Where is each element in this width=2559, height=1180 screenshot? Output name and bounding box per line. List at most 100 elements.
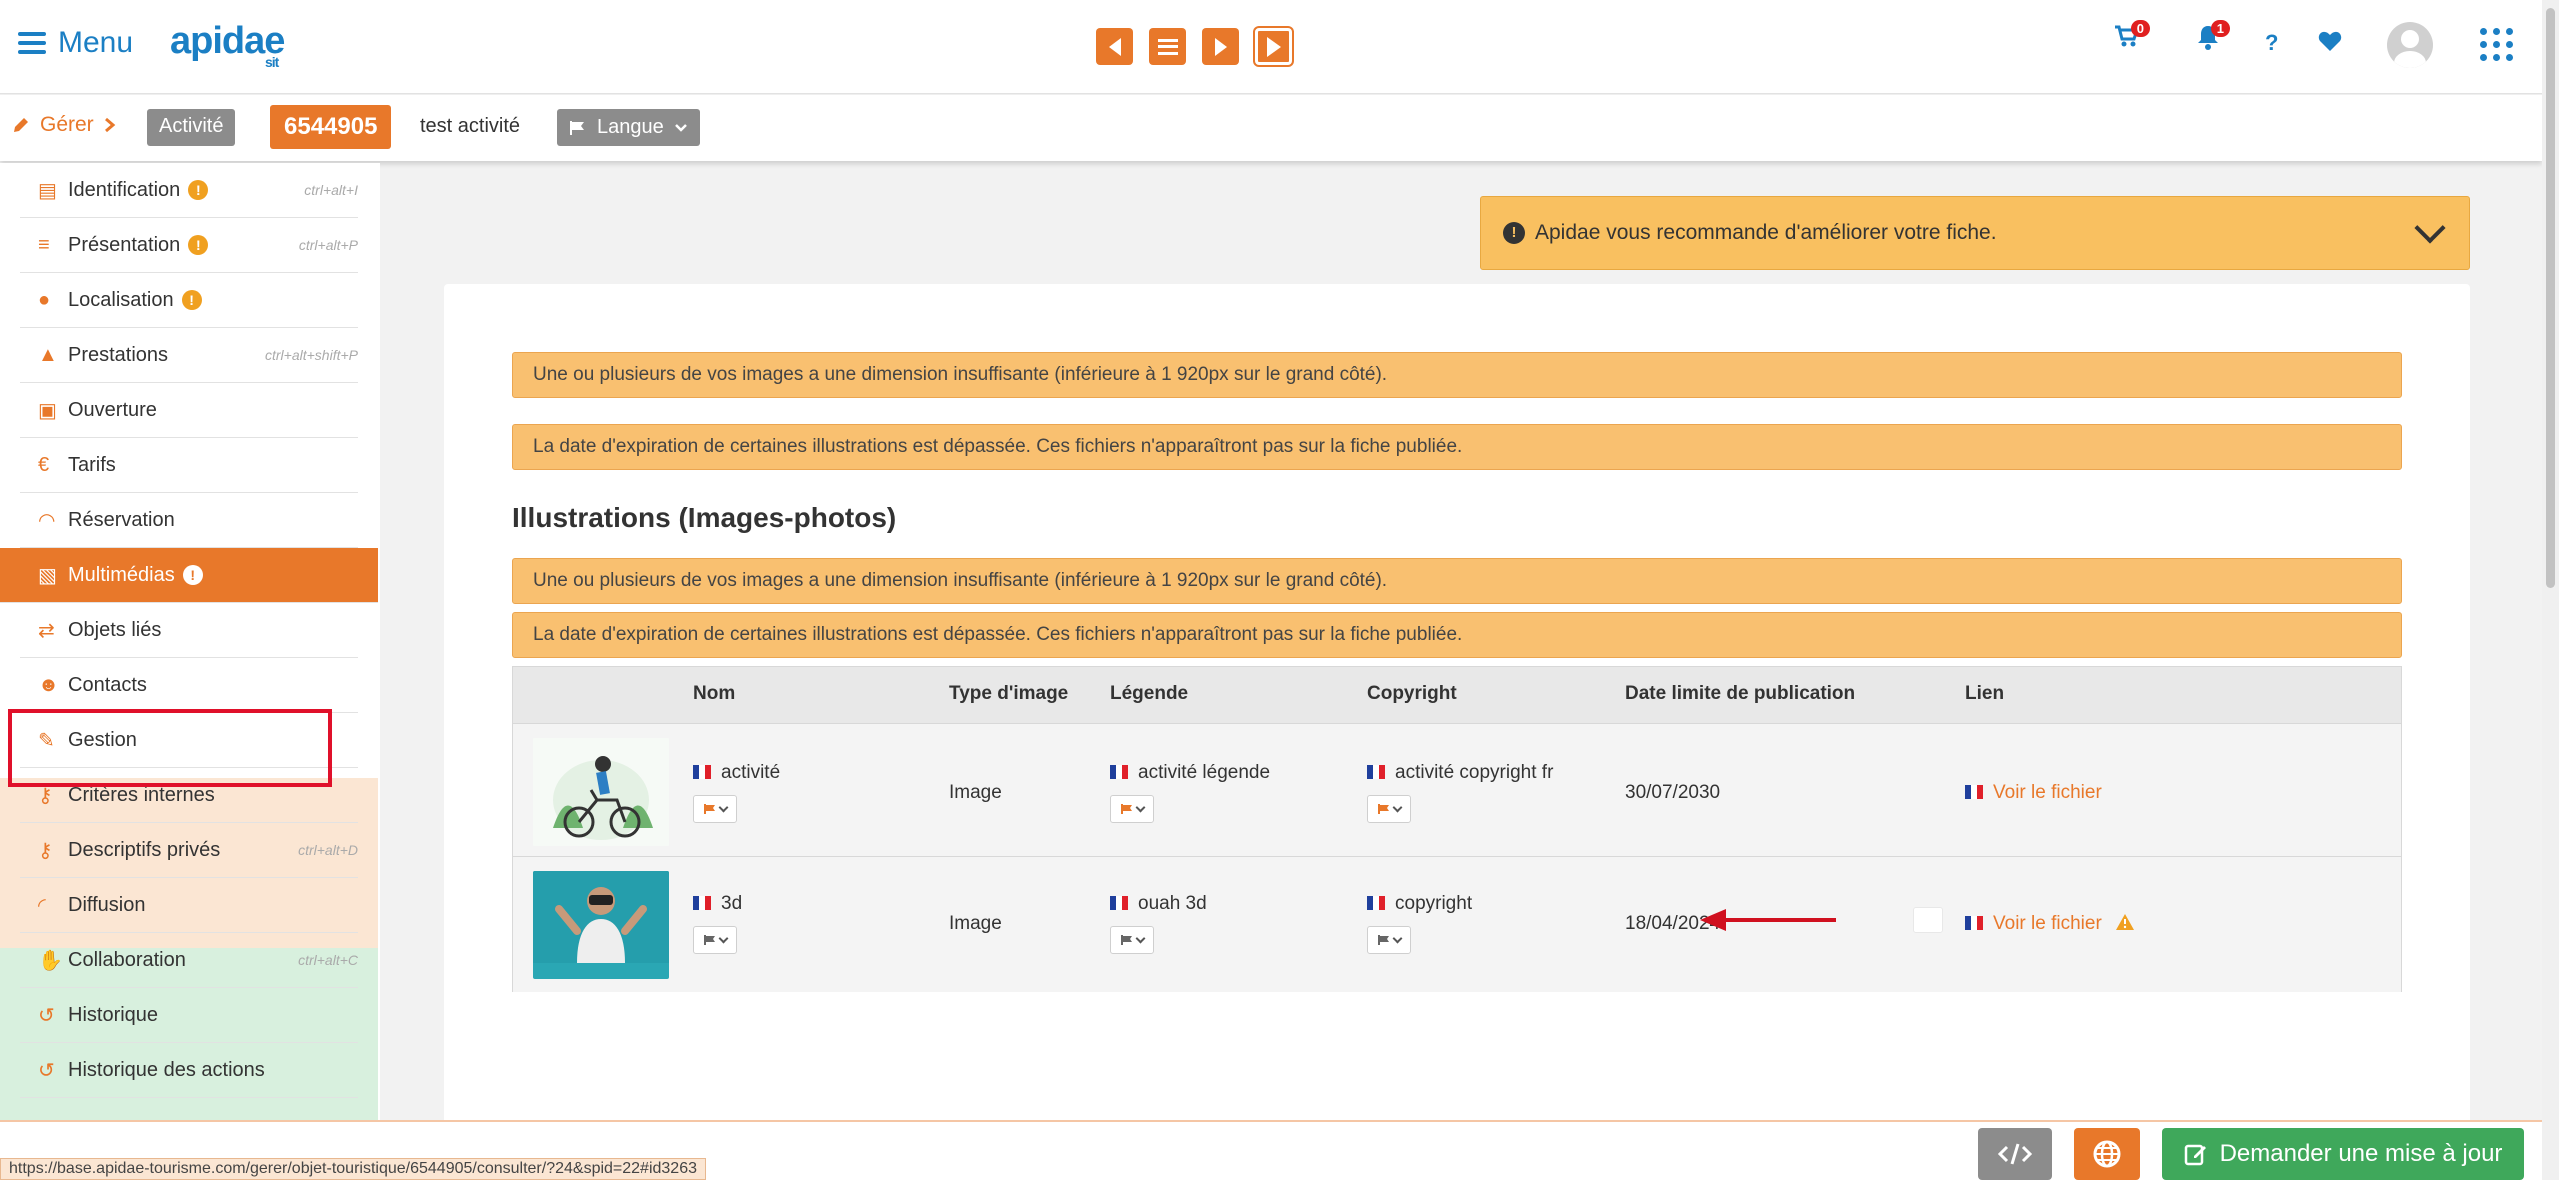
column-header: Date limite de publication bbox=[1625, 683, 1856, 704]
avatar bbox=[2387, 22, 2433, 68]
sidebar-item-collaboration[interactable]: ✋ Collaboration ctrl+alt+C bbox=[20, 933, 358, 988]
alert-expiration: La date d'expiration de certaines illust… bbox=[512, 424, 2402, 470]
language-label: Langue bbox=[597, 116, 664, 138]
warning-badge: ! bbox=[181, 290, 202, 310]
apidae-logo[interactable]: apidae sit bbox=[170, 20, 285, 70]
heart-icon bbox=[2318, 31, 2342, 51]
sidebar-item-contacts[interactable]: ☻ Contacts bbox=[20, 658, 358, 713]
french-flag-icon bbox=[693, 896, 711, 910]
sidebar-item-ouverture[interactable]: ▣ Ouverture bbox=[20, 383, 358, 438]
sidebar-item-identification[interactable]: ▤ Identification ! ctrl+alt+I bbox=[20, 163, 358, 218]
chevron-down-icon[interactable] bbox=[2414, 212, 2446, 244]
french-flag-icon bbox=[1110, 765, 1128, 779]
copyright-language-dropdown[interactable] bbox=[1367, 926, 1411, 954]
language-dropdown[interactable]: Langue bbox=[557, 109, 700, 146]
request-update-label: Demander une mise à jour bbox=[2219, 1140, 2503, 1167]
red-arrow-annotation bbox=[1700, 909, 1836, 931]
sidebar-item-descriptifs-prives[interactable]: ⚷ Descriptifs privés ctrl+alt+D bbox=[20, 823, 358, 878]
image-thumbnail[interactable] bbox=[533, 871, 669, 979]
illustrations-table: Nom Type d'image Légende Copyright Date … bbox=[512, 666, 2402, 992]
history-icon: ↺ bbox=[38, 1059, 55, 1082]
exchange-icon: ⇄ bbox=[38, 619, 55, 642]
sidebar-item-label: Objets liés bbox=[68, 618, 162, 641]
copyright-value: copyright bbox=[1395, 893, 1473, 914]
page-scrollbar[interactable] bbox=[2542, 0, 2559, 1180]
file-link-label[interactable]: Voir le fichier bbox=[1993, 782, 2102, 803]
object-title: test activité bbox=[420, 115, 521, 137]
chevron-down-icon bbox=[718, 802, 728, 812]
vr-person-photo bbox=[533, 871, 669, 963]
sidebar-item-label: Multimédias bbox=[68, 563, 175, 586]
image-thumbnail[interactable] bbox=[533, 738, 669, 846]
apps-button[interactable] bbox=[2480, 28, 2513, 61]
name-language-dropdown[interactable] bbox=[693, 795, 737, 823]
file-link[interactable]: Voir le fichier bbox=[1965, 913, 2135, 935]
file-link-label[interactable]: Voir le fichier bbox=[1993, 913, 2102, 934]
column-header: Copyright bbox=[1367, 683, 1457, 704]
favorites-button[interactable] bbox=[2318, 30, 2342, 52]
checkbox[interactable] bbox=[1913, 907, 1943, 933]
scrollbar-thumb[interactable] bbox=[2546, 8, 2555, 588]
table-row: activité Image activité légende activité… bbox=[513, 723, 2401, 856]
rss-icon: ◜ bbox=[38, 894, 46, 917]
users-icon: ☻ bbox=[38, 673, 60, 696]
next-button[interactable] bbox=[1202, 28, 1239, 65]
publish-web-button[interactable] bbox=[2074, 1128, 2140, 1180]
file-link[interactable]: Voir le fichier bbox=[1965, 782, 2102, 804]
sidebar-item-historique-actions[interactable]: ↺ Historique des actions bbox=[20, 1043, 358, 1098]
cart-button[interactable]: 0 bbox=[2114, 20, 2150, 48]
legend-language-dropdown[interactable] bbox=[1110, 795, 1154, 823]
legend-value: activité légende bbox=[1138, 762, 1271, 783]
sidebar-item-label: Tarifs bbox=[68, 453, 116, 476]
sidebar-item-diffusion[interactable]: ◜ Diffusion bbox=[20, 878, 358, 933]
recommendation-banner[interactable]: ! Apidae vous recommande d'améliorer vot… bbox=[1480, 196, 2470, 270]
chevron-down-icon bbox=[718, 933, 728, 943]
table-header: Nom Type d'image Légende Copyright Date … bbox=[513, 667, 2401, 723]
sidebar-item-multimedias[interactable]: ▧ Multimédias ! bbox=[0, 548, 378, 603]
legend-cell: activité légende bbox=[1110, 762, 1270, 784]
copyright-language-dropdown[interactable] bbox=[1367, 795, 1411, 823]
headset-icon: ◠ bbox=[38, 509, 56, 532]
french-flag-icon bbox=[693, 765, 711, 779]
previous-button[interactable] bbox=[1096, 28, 1133, 65]
sidebar-item-presentation[interactable]: ≡ Présentation ! ctrl+alt+P bbox=[20, 218, 358, 273]
breadcrumb: Gérer Activité 6544905 test activité Lan… bbox=[0, 95, 2542, 161]
sidebar-item-historique[interactable]: ↺ Historique bbox=[20, 988, 358, 1043]
sidebar-item-label: Identification bbox=[68, 178, 181, 201]
request-update-button[interactable]: Demander une mise à jour bbox=[2162, 1128, 2524, 1180]
french-flag-icon bbox=[1965, 916, 1983, 930]
sidebar-item-objets-lies[interactable]: ⇄ Objets liés bbox=[20, 603, 358, 658]
sidebar-item-label: Réservation bbox=[68, 508, 175, 531]
embed-code-button[interactable] bbox=[1978, 1128, 2052, 1180]
help-button[interactable]: ? bbox=[2265, 30, 2278, 56]
sidebar-item-prestations[interactable]: ▲ Prestations ctrl+alt+shift+P bbox=[20, 328, 358, 383]
sidebar-item-label: Historique bbox=[68, 1003, 159, 1026]
key-icon: ⚷ bbox=[38, 839, 53, 862]
play-icon bbox=[1266, 36, 1281, 57]
alert-expiration: La date d'expiration de certaines illust… bbox=[512, 612, 2402, 658]
gerer-link[interactable]: Gérer bbox=[12, 113, 116, 137]
sidebar-item-tarifs[interactable]: € Tarifs bbox=[20, 438, 358, 493]
logo-sub: sit bbox=[265, 54, 279, 70]
id-card-icon: ▤ bbox=[38, 179, 57, 202]
last-button[interactable] bbox=[1255, 28, 1292, 65]
sidebar-item-label: Localisation bbox=[68, 288, 174, 311]
sidebar-item-reservation[interactable]: ◠ Réservation bbox=[20, 493, 358, 548]
warning-triangle-icon bbox=[2116, 914, 2135, 930]
sidebar-item-label: Contacts bbox=[68, 673, 147, 696]
sidebar-item-localisation[interactable]: ● Localisation ! bbox=[20, 273, 358, 328]
service-bell-icon: ▲ bbox=[38, 343, 58, 366]
history-icon: ↺ bbox=[38, 1004, 55, 1027]
list-button[interactable] bbox=[1149, 28, 1186, 65]
french-flag-icon bbox=[1367, 896, 1385, 910]
user-menu[interactable] bbox=[2387, 22, 2433, 68]
notifications-button[interactable]: 1 bbox=[2196, 20, 2230, 50]
menu-button[interactable]: Menu bbox=[18, 26, 133, 60]
globe-icon bbox=[2093, 1140, 2121, 1168]
apps-grid-icon bbox=[2480, 28, 2513, 61]
recommendation-text: Apidae vous recommande d'améliorer votre… bbox=[1535, 221, 1997, 244]
legend-language-dropdown[interactable] bbox=[1110, 926, 1154, 954]
legend-value: ouah 3d bbox=[1138, 893, 1207, 914]
alert-dimension: Une ou plusieurs de vos images a une dim… bbox=[512, 352, 2402, 398]
name-language-dropdown[interactable] bbox=[693, 926, 737, 954]
